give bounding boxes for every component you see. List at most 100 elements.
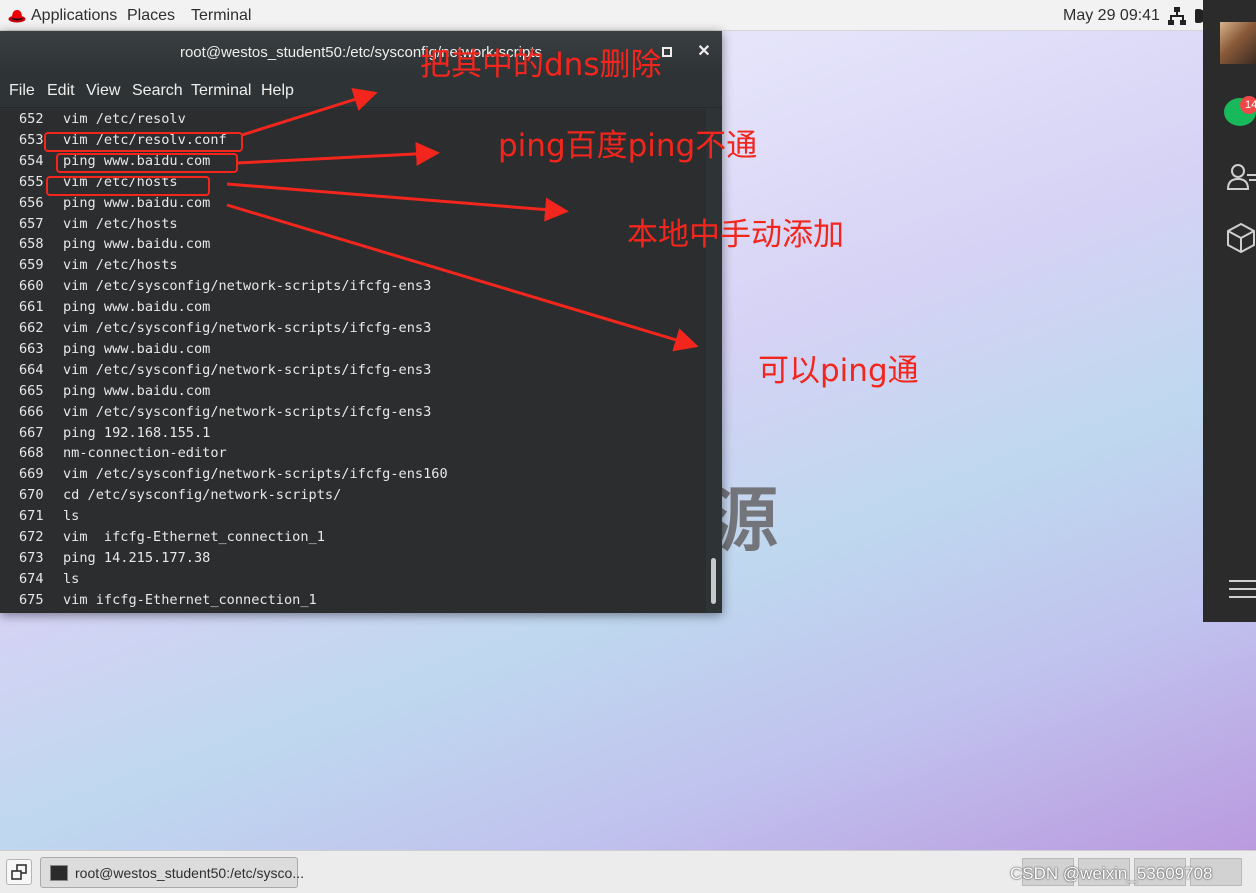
annotation-remove-dns: 把其中的dns删除 bbox=[420, 47, 662, 83]
contacts-icon[interactable] bbox=[1227, 162, 1256, 192]
history-number: 660 bbox=[19, 278, 44, 295]
history-number: 672 bbox=[19, 529, 44, 545]
redhat-logo-icon bbox=[8, 10, 26, 23]
menu-edit[interactable]: Edit bbox=[47, 82, 75, 100]
history-line: 655 vim /etc/hosts bbox=[19, 172, 178, 193]
history-line: 657 vim /etc/hosts bbox=[19, 214, 178, 235]
user-avatar[interactable] bbox=[1220, 22, 1256, 64]
history-number: 657 bbox=[19, 215, 44, 232]
menu-file[interactable]: File bbox=[9, 82, 35, 100]
close-button[interactable]: ✕ bbox=[695, 42, 713, 62]
bottom-panel: root@westos_student50:/etc/sysco... CSDN… bbox=[0, 850, 1256, 893]
window-list-icon bbox=[11, 864, 27, 880]
history-command: cd /etc/sysconfig/network-scripts/ bbox=[63, 487, 342, 504]
history-command: vim /etc/resolv.conf bbox=[63, 131, 227, 148]
applications-menu[interactable]: Applications bbox=[8, 6, 117, 26]
history-line: 665 ping www.baidu.com bbox=[19, 381, 210, 402]
history-line: 661 ping www.baidu.com bbox=[19, 297, 210, 318]
history-number: 652 bbox=[19, 111, 44, 127]
top-panel: Applications Places Terminal May 29 09:4… bbox=[0, 0, 1256, 31]
show-desktop-button[interactable] bbox=[6, 859, 32, 885]
history-command: ping www.baidu.com bbox=[63, 299, 211, 316]
menu-view[interactable]: View bbox=[86, 82, 120, 100]
terminal-scrollbar[interactable] bbox=[708, 109, 720, 613]
history-number: 669 bbox=[19, 466, 44, 483]
csdn-watermark: CSDN @weixin_53609708 bbox=[1010, 864, 1213, 883]
history-number: 658 bbox=[19, 236, 44, 253]
history-number: 653 bbox=[19, 131, 44, 148]
history-line: 673 ping 14.215.177.38 bbox=[19, 548, 210, 569]
history-line: 675 vim ifcfg-Ethernet_connection_1 bbox=[19, 590, 317, 611]
history-command: vim /etc/sysconfig/network-scripts/ifcfg… bbox=[63, 466, 448, 483]
history-command: vim /etc/hosts bbox=[63, 257, 178, 274]
terminal-output[interactable]: 652 vim /etc/resolv 653 vim /etc/resolv.con… bbox=[0, 109, 706, 613]
history-line: 652 vim /etc/resolv bbox=[19, 109, 186, 130]
history-command: vim /etc/sysconfig/network-scripts/ifcfg… bbox=[63, 361, 432, 378]
scrollbar-thumb[interactable] bbox=[711, 558, 716, 604]
menu-search[interactable]: Search bbox=[132, 82, 183, 100]
history-command: vim ifcfg-Ethernet_connection_1 bbox=[63, 591, 317, 608]
history-number: 656 bbox=[19, 194, 44, 211]
terminal-window: root@westos_student50:/etc/sysconfig/net… bbox=[0, 31, 722, 613]
history-line: 660 vim /etc/sysconfig/network-scripts/if… bbox=[19, 276, 431, 297]
history-line: 666 vim /etc/sysconfig/network-scripts/if… bbox=[19, 402, 431, 423]
maximize-icon[interactable] bbox=[662, 47, 672, 57]
taskbar-terminal-item[interactable]: root@westos_student50:/etc/sysco... bbox=[40, 857, 304, 888]
menu-icon[interactable] bbox=[1229, 578, 1256, 600]
places-menu[interactable]: Places bbox=[127, 6, 175, 26]
history-number: 654 bbox=[19, 152, 44, 169]
history-line: 668 nm-connection-editor bbox=[19, 443, 227, 464]
annotation-ping-fail: ping百度ping不通 bbox=[498, 128, 758, 164]
history-command: vim /etc/sysconfig/network-scripts/ifcfg… bbox=[63, 403, 432, 420]
menu-help[interactable]: Help bbox=[261, 82, 294, 100]
clock[interactable]: May 29 09:41 bbox=[1063, 6, 1160, 26]
history-number: 661 bbox=[19, 299, 44, 316]
network-icon[interactable] bbox=[1167, 6, 1187, 26]
history-command: vim /etc/resolv bbox=[63, 111, 186, 127]
history-command: vim /etc/hosts bbox=[63, 215, 178, 232]
history-line: 656 ping www.baidu.com bbox=[19, 193, 210, 214]
history-line: 667 ping 192.168.155.1 bbox=[19, 423, 210, 444]
history-line: 669 vim /etc/sysconfig/network-scripts/if… bbox=[19, 464, 448, 485]
history-line: 653 vim /etc/resolv.conf bbox=[19, 130, 227, 151]
history-line: 659 vim /etc/hosts bbox=[19, 255, 178, 276]
history-command: ls bbox=[63, 508, 80, 525]
terminal-app-menu[interactable]: Terminal bbox=[191, 6, 251, 26]
history-line: 654 ping www.baidu.com bbox=[19, 151, 210, 172]
applications-label: Applications bbox=[31, 7, 118, 24]
history-number: 659 bbox=[19, 257, 44, 274]
unread-badge: 14 bbox=[1240, 96, 1256, 114]
history-command: ping www.baidu.com bbox=[63, 382, 211, 399]
annotation-ping-ok: 可以ping通 bbox=[758, 353, 919, 389]
history-line: 663 ping www.baidu.com bbox=[19, 339, 210, 360]
history-command: ping 14.215.177.38 bbox=[63, 549, 211, 566]
history-command: vim /etc/sysconfig/network-scripts/ifcfg… bbox=[63, 320, 432, 336]
history-number: 668 bbox=[19, 445, 44, 462]
history-number: 664 bbox=[19, 361, 44, 378]
history-command: ping 192.168.155.1 bbox=[63, 424, 211, 441]
history-command: vim /etc/sysconfig/network-scripts/ifcfg… bbox=[63, 278, 432, 295]
history-number: 671 bbox=[19, 508, 44, 525]
history-number: 662 bbox=[19, 320, 44, 336]
menu-terminal[interactable]: Terminal bbox=[191, 82, 251, 100]
history-command: ping www.baidu.com bbox=[63, 194, 211, 211]
taskbar-terminal-label: root@westos_student50:/etc/sysco... bbox=[75, 865, 304, 881]
terminal-icon bbox=[50, 865, 68, 881]
history-number: 670 bbox=[19, 487, 44, 504]
history-number: 666 bbox=[19, 403, 44, 420]
history-command: ping www.baidu.com bbox=[63, 340, 211, 357]
history-command: nm-connection-editor bbox=[63, 445, 227, 462]
history-line: 674 ls bbox=[19, 569, 79, 590]
history-line: 662 vim /etc/sysconfig/network-scripts/if… bbox=[19, 318, 431, 339]
history-line: 664 vim /etc/sysconfig/network-scripts/if… bbox=[19, 360, 431, 381]
history-command: vim /etc/hosts bbox=[63, 173, 178, 190]
history-number: 663 bbox=[19, 340, 44, 357]
history-command: ping www.baidu.com bbox=[63, 152, 211, 169]
history-line: 658 ping www.baidu.com bbox=[19, 234, 210, 255]
chat-app-sidebar: 14 bbox=[1203, 0, 1256, 622]
history-command: ping www.baidu.com bbox=[63, 236, 211, 253]
history-number: 673 bbox=[19, 549, 44, 566]
history-command: ls bbox=[63, 570, 80, 587]
cube-icon[interactable] bbox=[1227, 222, 1256, 254]
annotation-add-local: 本地中手动添加 bbox=[627, 217, 844, 253]
